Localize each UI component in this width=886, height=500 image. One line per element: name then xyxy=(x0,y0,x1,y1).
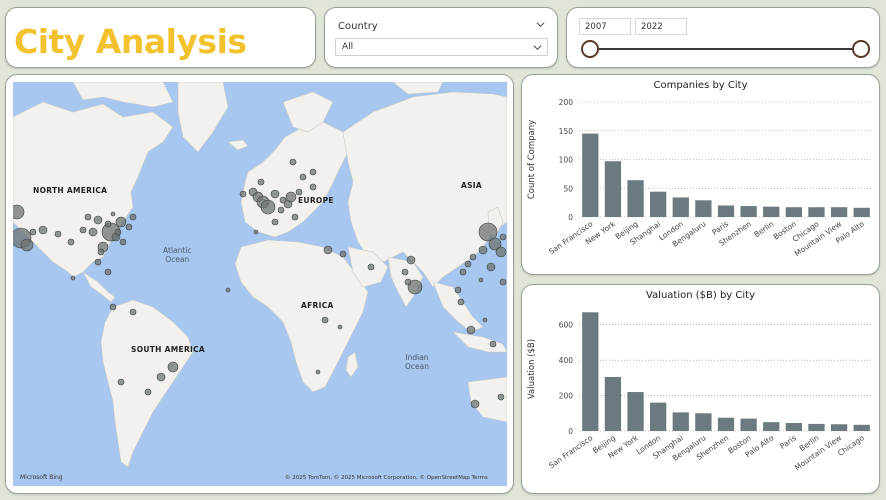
year-slider-end-handle[interactable] xyxy=(852,40,870,58)
companies-bar-chart[interactable]: Count of Company050100150200San Francisc… xyxy=(522,75,881,276)
map-attribution[interactable]: © 2025 TomTom, © 2025 Microsoft Corporat… xyxy=(285,475,488,481)
y-tick-label: 200 xyxy=(559,98,574,107)
year-end-input[interactable]: 2022 xyxy=(635,18,687,35)
bar[interactable] xyxy=(740,206,757,217)
bar[interactable] xyxy=(785,207,802,217)
bar[interactable] xyxy=(650,402,667,431)
chevron-down-icon[interactable] xyxy=(536,20,545,29)
bar[interactable] xyxy=(717,417,735,431)
bar[interactable] xyxy=(763,206,780,217)
y-axis-label: Valuation ($B) xyxy=(527,339,537,399)
map-label-indian: Indian Ocean xyxy=(405,353,429,371)
x-tick-label: Paris xyxy=(778,433,798,451)
map-provider-logo: Microsoft Bing xyxy=(20,474,63,481)
map-land xyxy=(13,82,507,468)
bar[interactable] xyxy=(650,191,667,217)
y-tick-label: 0 xyxy=(568,427,573,436)
map-label-atlantic: Atlantic Ocean xyxy=(163,246,192,264)
bar[interactable] xyxy=(627,180,644,217)
year-slider-start-handle[interactable] xyxy=(581,40,599,58)
country-slicer: Country All xyxy=(324,7,558,68)
bar[interactable] xyxy=(830,207,848,217)
y-tick-label: 150 xyxy=(559,127,574,136)
bar[interactable] xyxy=(853,207,870,217)
valuation-by-city-chart: Valuation ($B) by City Valuation ($B) 0 20… xyxy=(521,284,880,494)
bar[interactable] xyxy=(627,392,644,431)
page-title: City Analysis xyxy=(14,22,247,61)
y-tick-label: 200 xyxy=(559,392,574,401)
bar[interactable] xyxy=(763,422,780,431)
country-dropdown-value: All xyxy=(342,42,354,52)
bar[interactable] xyxy=(830,424,848,431)
y-tick-label: 600 xyxy=(559,321,574,330)
map-label-africa: AFRICA xyxy=(301,301,334,310)
bar[interactable] xyxy=(808,423,825,431)
world-map[interactable]: NORTH AMERICA EUROPE ASIA AFRICA SOUTH A… xyxy=(13,82,507,486)
bar[interactable] xyxy=(672,412,689,431)
bar[interactable] xyxy=(695,413,712,431)
y-tick-label: 400 xyxy=(559,356,574,365)
map-card: NORTH AMERICA EUROPE ASIA AFRICA SOUTH A… xyxy=(5,74,514,494)
title-card: City Analysis xyxy=(5,7,316,68)
map-label-north-america: NORTH AMERICA xyxy=(33,186,108,195)
map-label-europe: EUROPE xyxy=(298,196,334,205)
bar[interactable] xyxy=(604,161,622,217)
map-label-south-america: SOUTH AMERICA xyxy=(131,345,206,354)
bar[interactable] xyxy=(604,376,622,431)
valuation-bar-chart[interactable]: Valuation ($B)0200400600San FranciscoBei… xyxy=(522,285,881,495)
bar[interactable] xyxy=(740,418,757,431)
bar[interactable] xyxy=(808,207,825,217)
bar[interactable] xyxy=(853,424,870,431)
bar[interactable] xyxy=(695,200,712,217)
chevron-down-icon xyxy=(533,45,542,51)
y-tick-label: 100 xyxy=(559,156,574,165)
map-label-asia: ASIA xyxy=(461,181,483,190)
bar[interactable] xyxy=(717,205,735,218)
bar[interactable] xyxy=(582,133,599,217)
bar[interactable] xyxy=(582,312,599,431)
year-start-input[interactable]: 2007 xyxy=(579,18,631,35)
bar[interactable] xyxy=(672,197,689,217)
country-dropdown[interactable]: All xyxy=(335,38,548,56)
x-tick-label: San Francisco xyxy=(547,433,595,470)
y-tick-label: 50 xyxy=(563,184,573,193)
country-slicer-label: Country xyxy=(338,21,378,32)
y-tick-label: 0 xyxy=(568,213,573,222)
y-axis-label: Count of Company xyxy=(527,120,537,199)
year-slicer: 2007 2022 xyxy=(566,7,880,68)
companies-by-city-chart: Companies by City Count of Company 0 50 100… xyxy=(521,74,880,275)
year-slider-track[interactable] xyxy=(589,48,861,50)
bar[interactable] xyxy=(785,423,802,431)
